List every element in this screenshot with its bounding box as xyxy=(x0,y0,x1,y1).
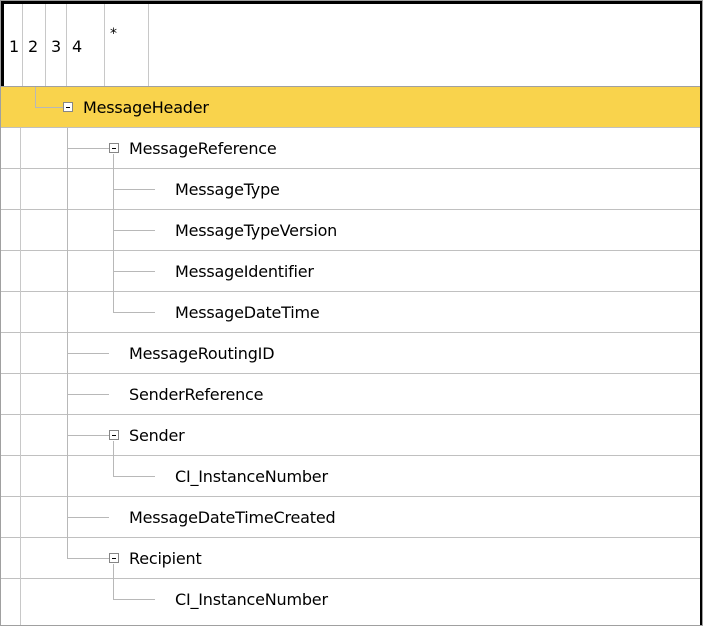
tree-connector xyxy=(67,210,68,251)
row-guide xyxy=(1,128,21,169)
level-button-4[interactable]: 4 xyxy=(67,4,105,86)
tree-connector xyxy=(67,435,109,436)
node-label: Recipient xyxy=(129,549,202,568)
row-guide xyxy=(1,415,21,456)
level-button-2[interactable]: 2 xyxy=(23,4,46,86)
node-label: MessageHeader xyxy=(83,98,209,117)
node-label: MessageReference xyxy=(129,139,277,158)
row-guide xyxy=(1,579,21,625)
node-label: CI_InstanceNumber xyxy=(175,590,328,609)
tree-connector xyxy=(67,456,68,497)
tree-connector xyxy=(113,292,114,313)
tree-connector xyxy=(67,251,68,292)
tree-connector xyxy=(67,538,68,559)
tree-connector xyxy=(35,87,36,108)
right-border xyxy=(700,1,702,625)
node-label: MessageTypeVersion xyxy=(175,221,338,240)
tree-row[interactable]: MessageTypeVersion xyxy=(1,210,702,251)
level-button-label: 3 xyxy=(51,37,62,56)
tree-connector xyxy=(113,441,114,456)
row-guide xyxy=(1,292,21,333)
tree-connector xyxy=(67,558,109,559)
node-label: MessageRoutingID xyxy=(129,344,275,363)
tree-connector xyxy=(113,579,114,600)
tree-row[interactable]: MessageDateTimeCreated xyxy=(1,497,702,538)
outline-tree-view: 1 2 3 4 * MessageHeader MessageReference… xyxy=(0,0,703,626)
tree-connector xyxy=(67,517,109,518)
row-guide xyxy=(1,210,21,251)
collapse-icon[interactable] xyxy=(109,553,119,563)
tree-row[interactable]: Recipient xyxy=(1,538,702,579)
tree-row[interactable]: MessageReference xyxy=(1,128,702,169)
tree-row[interactable]: CI_InstanceNumber xyxy=(1,456,702,497)
tree-row[interactable]: Sender xyxy=(1,415,702,456)
tree-connector xyxy=(113,230,155,231)
row-guide xyxy=(1,456,21,497)
tree-row[interactable]: MessageRoutingID xyxy=(1,333,702,374)
tree-frame: 1 2 3 4 * MessageHeader MessageReference… xyxy=(0,0,703,626)
level-button-label: 1 xyxy=(9,37,20,56)
tree-connector xyxy=(113,189,155,190)
node-label: Sender xyxy=(129,426,185,445)
tree-connector xyxy=(67,353,109,354)
node-label: MessageIdentifier xyxy=(175,262,314,281)
tree-row[interactable]: SenderReference xyxy=(1,374,702,415)
tree-connector xyxy=(35,107,63,108)
row-guide xyxy=(1,333,21,374)
level-button-1[interactable]: 1 xyxy=(4,4,23,86)
row-guide xyxy=(1,497,21,538)
level-button-label: 4 xyxy=(72,37,83,56)
level-button-label: 2 xyxy=(28,37,39,56)
node-label: MessageDateTimeCreated xyxy=(129,508,336,527)
level-button-all[interactable]: * xyxy=(105,4,149,86)
tree-row[interactable]: MessageDateTime xyxy=(1,292,702,333)
level-button-3[interactable]: 3 xyxy=(46,4,67,86)
level-button-label: * xyxy=(110,26,117,42)
row-guide xyxy=(1,169,21,210)
tree-connector xyxy=(67,169,68,210)
tree-connector xyxy=(113,154,114,169)
tree-connector xyxy=(67,292,68,333)
node-label: MessageType xyxy=(175,180,280,199)
node-label: CI_InstanceNumber xyxy=(175,467,328,486)
tree-connector xyxy=(113,564,114,579)
tree-connector xyxy=(67,148,109,149)
tree-connector xyxy=(113,312,155,313)
tree-row[interactable]: MessageType xyxy=(1,169,702,210)
tree-connector xyxy=(113,271,155,272)
node-label: SenderReference xyxy=(129,385,264,404)
tree-connector xyxy=(113,456,114,477)
tree-row[interactable]: CI_InstanceNumber xyxy=(1,579,702,625)
collapse-icon[interactable] xyxy=(109,143,119,153)
row-guide xyxy=(1,251,21,292)
tree-connector xyxy=(67,394,109,395)
collapse-icon[interactable] xyxy=(109,430,119,440)
tree-connector xyxy=(113,599,155,600)
row-guide xyxy=(1,374,21,415)
node-label: MessageDateTime xyxy=(175,303,320,322)
row-guide xyxy=(1,538,21,579)
tree-row[interactable]: MessageIdentifier xyxy=(1,251,702,292)
collapse-icon[interactable] xyxy=(63,102,73,112)
level-header: 1 2 3 4 * xyxy=(1,1,702,86)
tree-row[interactable]: MessageHeader xyxy=(1,87,702,128)
tree-connector xyxy=(113,476,155,477)
